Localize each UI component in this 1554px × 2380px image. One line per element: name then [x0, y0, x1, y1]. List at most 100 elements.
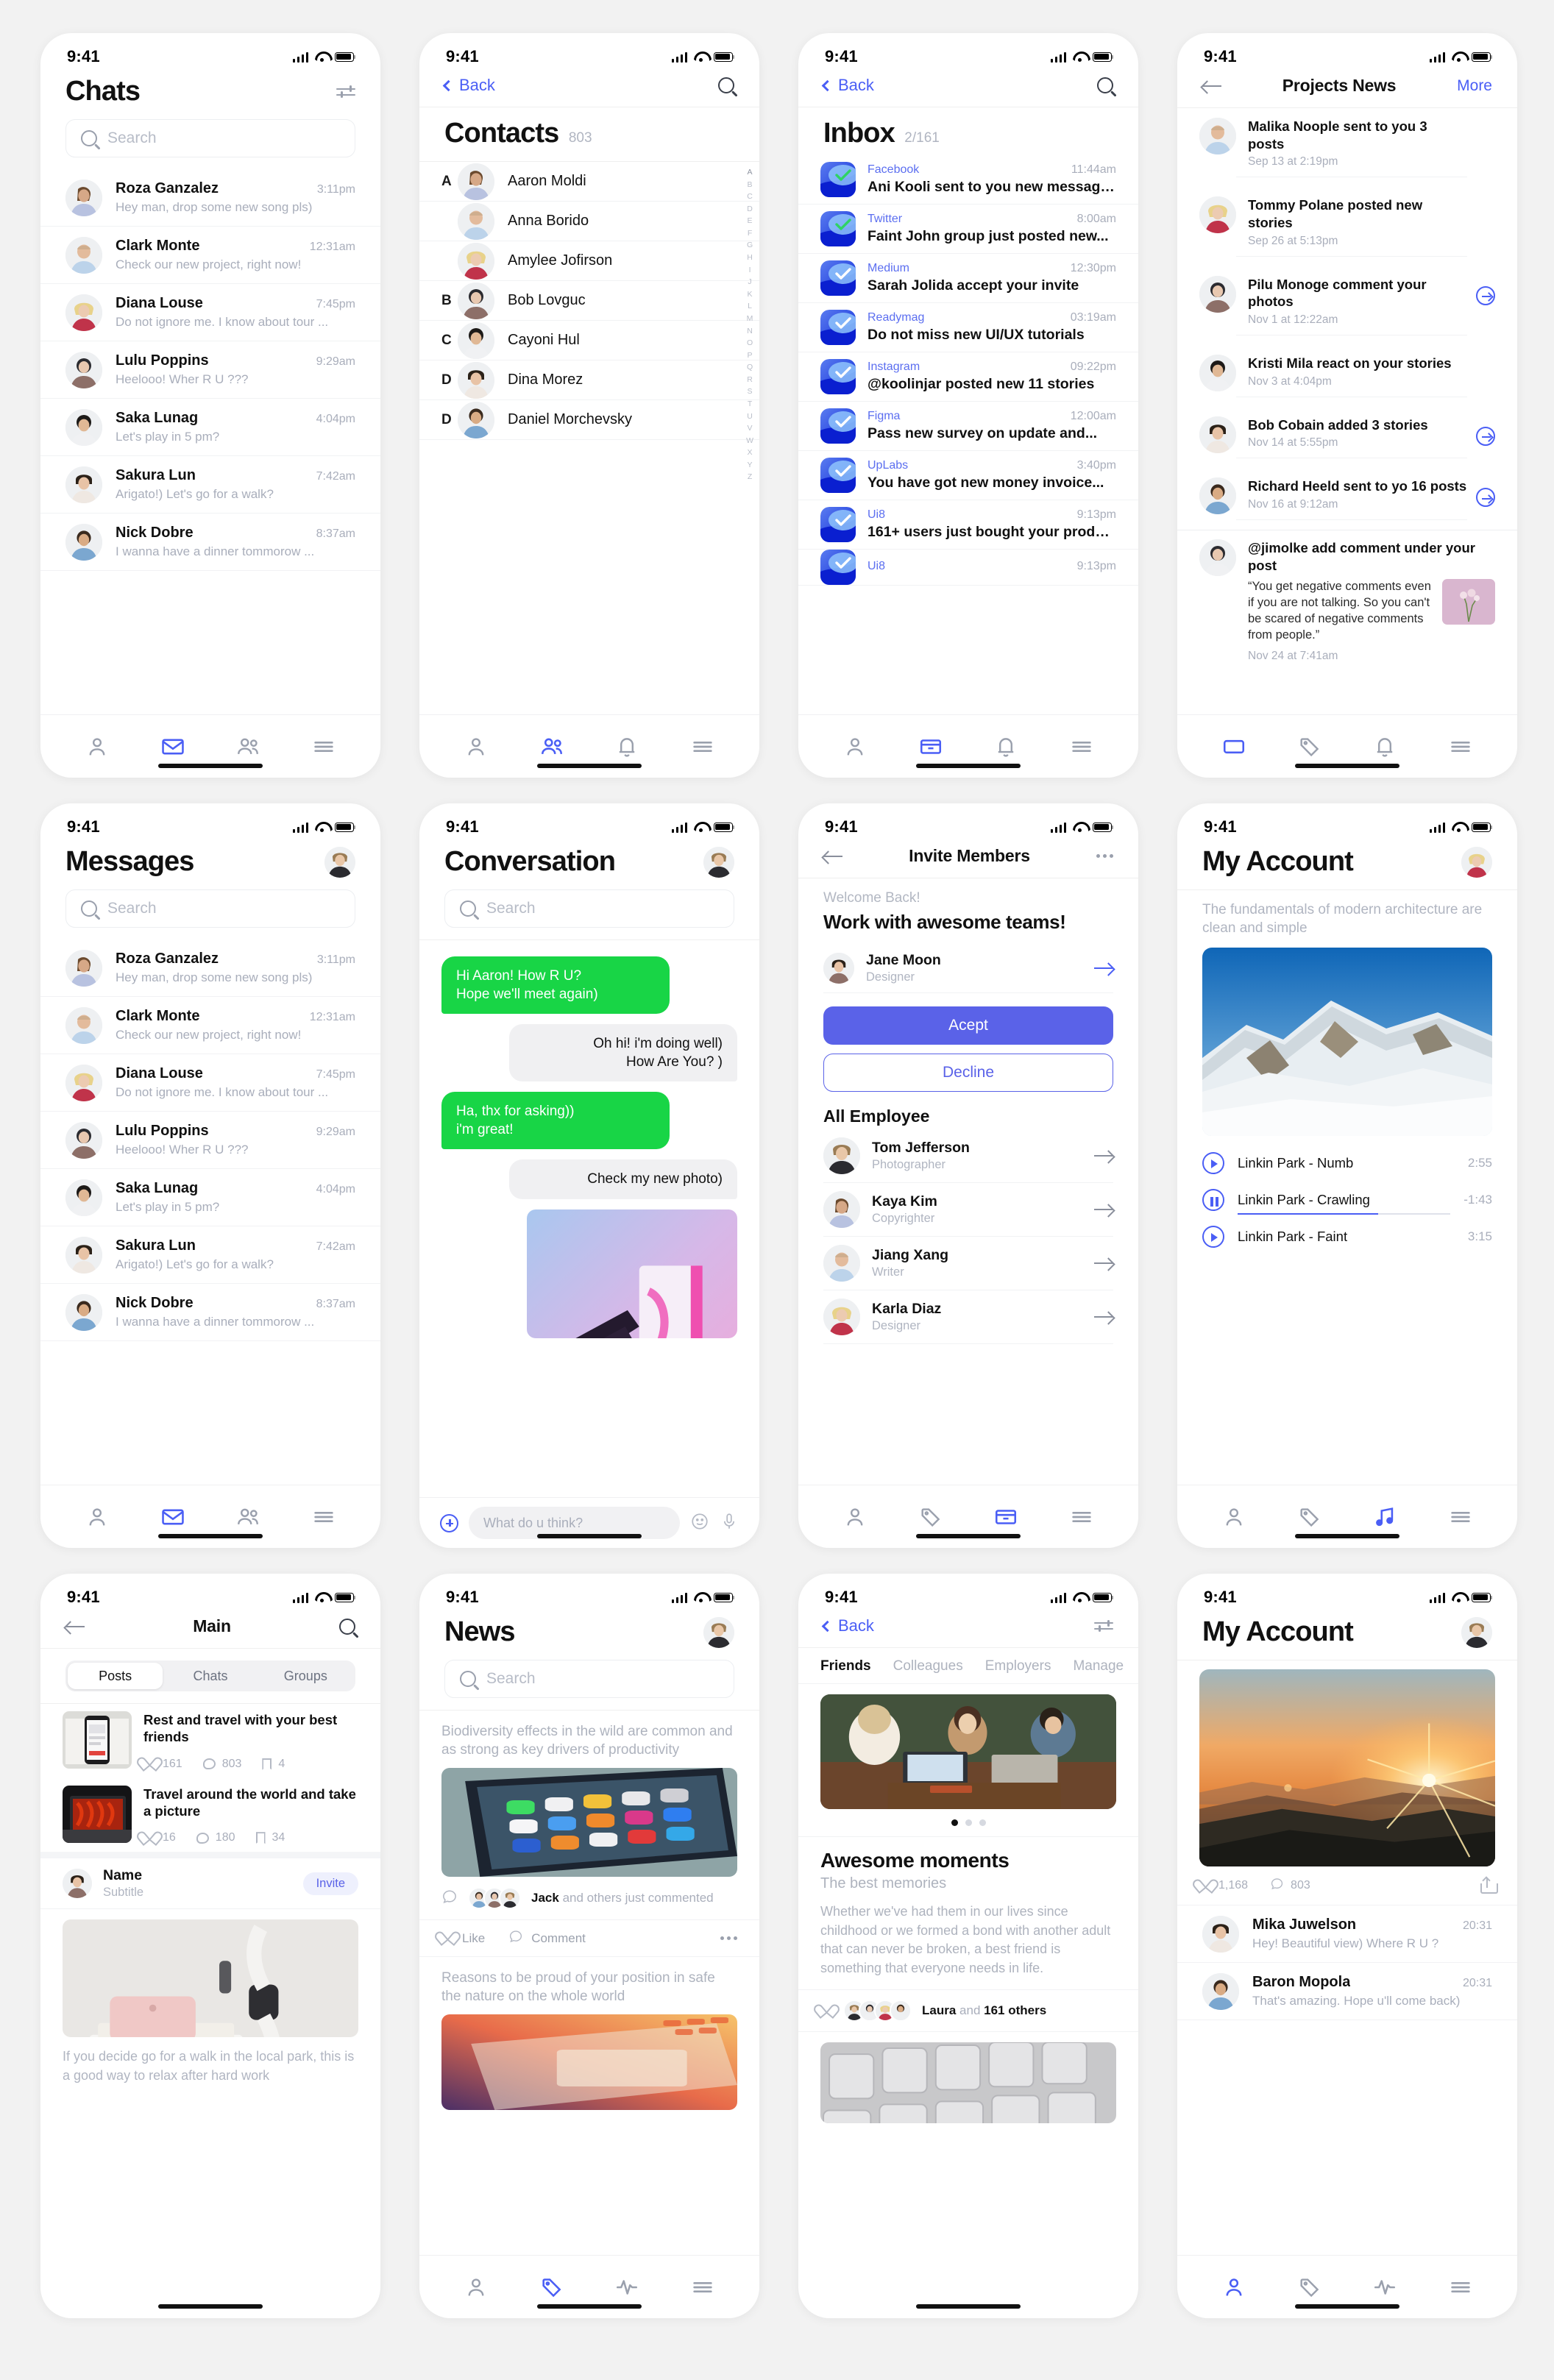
tab-cards[interactable]	[1221, 736, 1246, 758]
list-item[interactable]: Mika Juwelson 20:31 Hey! Beautiful view)…	[1177, 1905, 1517, 1963]
list-item[interactable]: Roza Ganzalez 3:11pm Hey man, drop some …	[40, 169, 380, 227]
search-input[interactable]: Search	[65, 119, 355, 157]
tab-tag[interactable]	[1297, 1506, 1322, 1528]
alphabet-letter[interactable]: P	[748, 349, 753, 362]
list-item[interactable]: Clark Monte 12:31am Check our new projec…	[40, 997, 380, 1054]
inbox-row[interactable]: Medium 12:30pm Sarah Jolida accept your …	[798, 254, 1138, 303]
tab-profile[interactable]	[842, 736, 868, 758]
search-icon[interactable]	[1097, 77, 1113, 93]
invite-content[interactable]: Welcome Back! Work with awesome teams! J…	[798, 878, 1138, 1485]
alphabet-letter[interactable]: M	[747, 313, 753, 325]
comment-button[interactable]: Comment	[508, 1930, 586, 1947]
inbox-row[interactable]: Twitter 8:00am Faint John group just pos…	[798, 205, 1138, 254]
contact-row[interactable]: A Aaron Moldi	[419, 162, 759, 202]
post-likes[interactable]: 16	[143, 1831, 176, 1844]
invite-button[interactable]: Invite	[302, 1872, 358, 1895]
notification-row[interactable]: Richard Heeld sent to yo 16 posts Nov 16…	[1177, 468, 1517, 530]
search-input[interactable]: Search	[65, 889, 355, 928]
account-content[interactable]: The fundamentals of modern architecture …	[1177, 890, 1517, 1485]
chevron-right-icon[interactable]	[1094, 1151, 1113, 1161]
tab-notifications[interactable]	[614, 736, 639, 758]
back-arrow-icon[interactable]	[823, 851, 842, 862]
alphabet-letter[interactable]: C	[747, 191, 753, 203]
message-bubble[interactable]: Check my new photo)	[509, 1159, 737, 1199]
tab-music[interactable]	[1372, 1506, 1397, 1528]
contacts-list[interactable]: A Aaron Moldi Anna Borido Amylee Jofirso…	[419, 162, 759, 714]
tab-menu[interactable]	[690, 2276, 715, 2298]
post-row[interactable]: Rest and travel with your best friends 1…	[40, 1704, 380, 1778]
inbox-row[interactable]: Figma 12:00am Pass new survey on update …	[798, 402, 1138, 451]
alphabet-letter[interactable]: L	[748, 300, 752, 313]
article1-actions[interactable]: Like Comment	[419, 1920, 759, 1958]
play-icon[interactable]	[1202, 1152, 1224, 1175]
list-item[interactable]: Sakura Lun 7:42am Arigato!) Let's go for…	[40, 456, 380, 514]
tab-tag[interactable]	[1297, 736, 1322, 758]
track-row[interactable]: Linkin Park - Faint 3:15	[1177, 1218, 1517, 1255]
tab-contacts[interactable]	[235, 736, 260, 758]
tab-activity[interactable]	[1372, 2276, 1397, 2298]
carousel-pager[interactable]	[798, 1809, 1138, 1837]
alphabet-letter[interactable]: Z	[748, 471, 752, 483]
tab-menu[interactable]	[1448, 2276, 1473, 2298]
account-feed-content[interactable]: 1,168 803 Mika Juwelson 20:31 Hey! Beaut…	[1177, 1660, 1517, 2255]
friends-content[interactable]: Awesome moments The best memories Whethe…	[798, 1684, 1138, 2318]
tab-bar[interactable]	[419, 714, 759, 778]
contact-row[interactable]: B Bob Lovguc	[419, 281, 759, 321]
tab-tag[interactable]	[918, 1506, 943, 1528]
more-button[interactable]: More	[1457, 77, 1492, 95]
employee-row[interactable]: Karla Diaz Designer	[823, 1290, 1113, 1344]
chevron-right-icon[interactable]	[1094, 1204, 1113, 1215]
chevron-right-icon[interactable]	[1094, 1258, 1113, 1268]
post-stats[interactable]: 1,168 803	[1177, 1866, 1517, 1905]
tab-archive[interactable]	[993, 1506, 1018, 1528]
contact-row[interactable]: C Cayoni Hul	[419, 321, 759, 360]
post-saves[interactable]: 4	[262, 1758, 285, 1771]
article2-image[interactable]	[441, 2014, 737, 2111]
inbox-row[interactable]: Readymag 03:19am Do not miss new UI/UX t…	[798, 303, 1138, 352]
messages-list[interactable]: Roza Ganzalez 3:11pm Hey man, drop some …	[40, 939, 380, 1485]
tab-profile[interactable]	[464, 2276, 489, 2298]
segmented-control[interactable]: Posts Chats Groups	[65, 1660, 355, 1691]
comment-card[interactable]: @jimolke add comment under your post “Yo…	[1177, 530, 1517, 670]
employee-row[interactable]: Tom Jefferson Photographer	[823, 1129, 1113, 1183]
message-bubble[interactable]: Oh hi! i'm doing well) How Are You? )	[509, 1024, 737, 1082]
go-arrow-icon[interactable]	[1476, 426, 1495, 446]
pager-dot[interactable]	[965, 1819, 972, 1826]
list-item[interactable]: Nick Dobre 8:37am I wanna have a dinner …	[40, 1284, 380, 1341]
alphabet-letter[interactable]: T	[748, 398, 752, 411]
heart-icon[interactable]	[820, 2006, 833, 2017]
tab-profile[interactable]	[85, 1506, 110, 1528]
contact-row[interactable]: Anna Borido	[419, 202, 759, 241]
tab-bar[interactable]	[798, 714, 1138, 778]
tab-chats[interactable]: Chats	[163, 1663, 258, 1689]
share-icon[interactable]	[1480, 1876, 1498, 1894]
alphabet-letter[interactable]: J	[748, 276, 751, 288]
avatar[interactable]	[1461, 1616, 1492, 1648]
pause-icon[interactable]	[1202, 1189, 1224, 1212]
conversation-thread[interactable]: Hi Aaron! How R U? Hope we'll meet again)…	[419, 939, 759, 1497]
tab-profile[interactable]	[1221, 1506, 1246, 1528]
track-row[interactable]: Linkin Park - Crawling -1:43	[1177, 1182, 1517, 1218]
contact-row[interactable]: Amylee Jofirson	[419, 241, 759, 281]
tab-tag[interactable]	[539, 2276, 564, 2298]
search-icon[interactable]	[718, 77, 734, 93]
tab-profile[interactable]	[85, 736, 110, 758]
search-icon[interactable]	[339, 1618, 355, 1635]
tab-bar[interactable]	[1177, 2255, 1517, 2318]
alphabet-letter[interactable]: F	[748, 227, 752, 240]
tab-bar[interactable]	[798, 1485, 1138, 1548]
tab-contacts[interactable]	[539, 736, 564, 758]
post-comments[interactable]: 803	[202, 1758, 241, 1771]
alphabet-letter[interactable]: U	[747, 411, 753, 423]
chevron-right-icon[interactable]	[1094, 1312, 1113, 1322]
alphabet-letter[interactable]: I	[749, 264, 751, 277]
alphabet-letter[interactable]: B	[748, 179, 753, 191]
alphabet-letter[interactable]: Y	[748, 459, 753, 472]
alphabet-letter[interactable]: S	[748, 386, 753, 398]
avatar[interactable]	[703, 846, 734, 878]
tab-friends[interactable]: Friends	[820, 1658, 871, 1674]
invitee-row[interactable]: Jane Moon Designer	[823, 944, 1113, 993]
news-feed[interactable]: Biodiversity effects in the wild are com…	[419, 1710, 759, 2255]
list-item[interactable]: Nick Dobre 8:37am I wanna have a dinner …	[40, 514, 380, 571]
alphabet-letter[interactable]: E	[748, 215, 753, 227]
